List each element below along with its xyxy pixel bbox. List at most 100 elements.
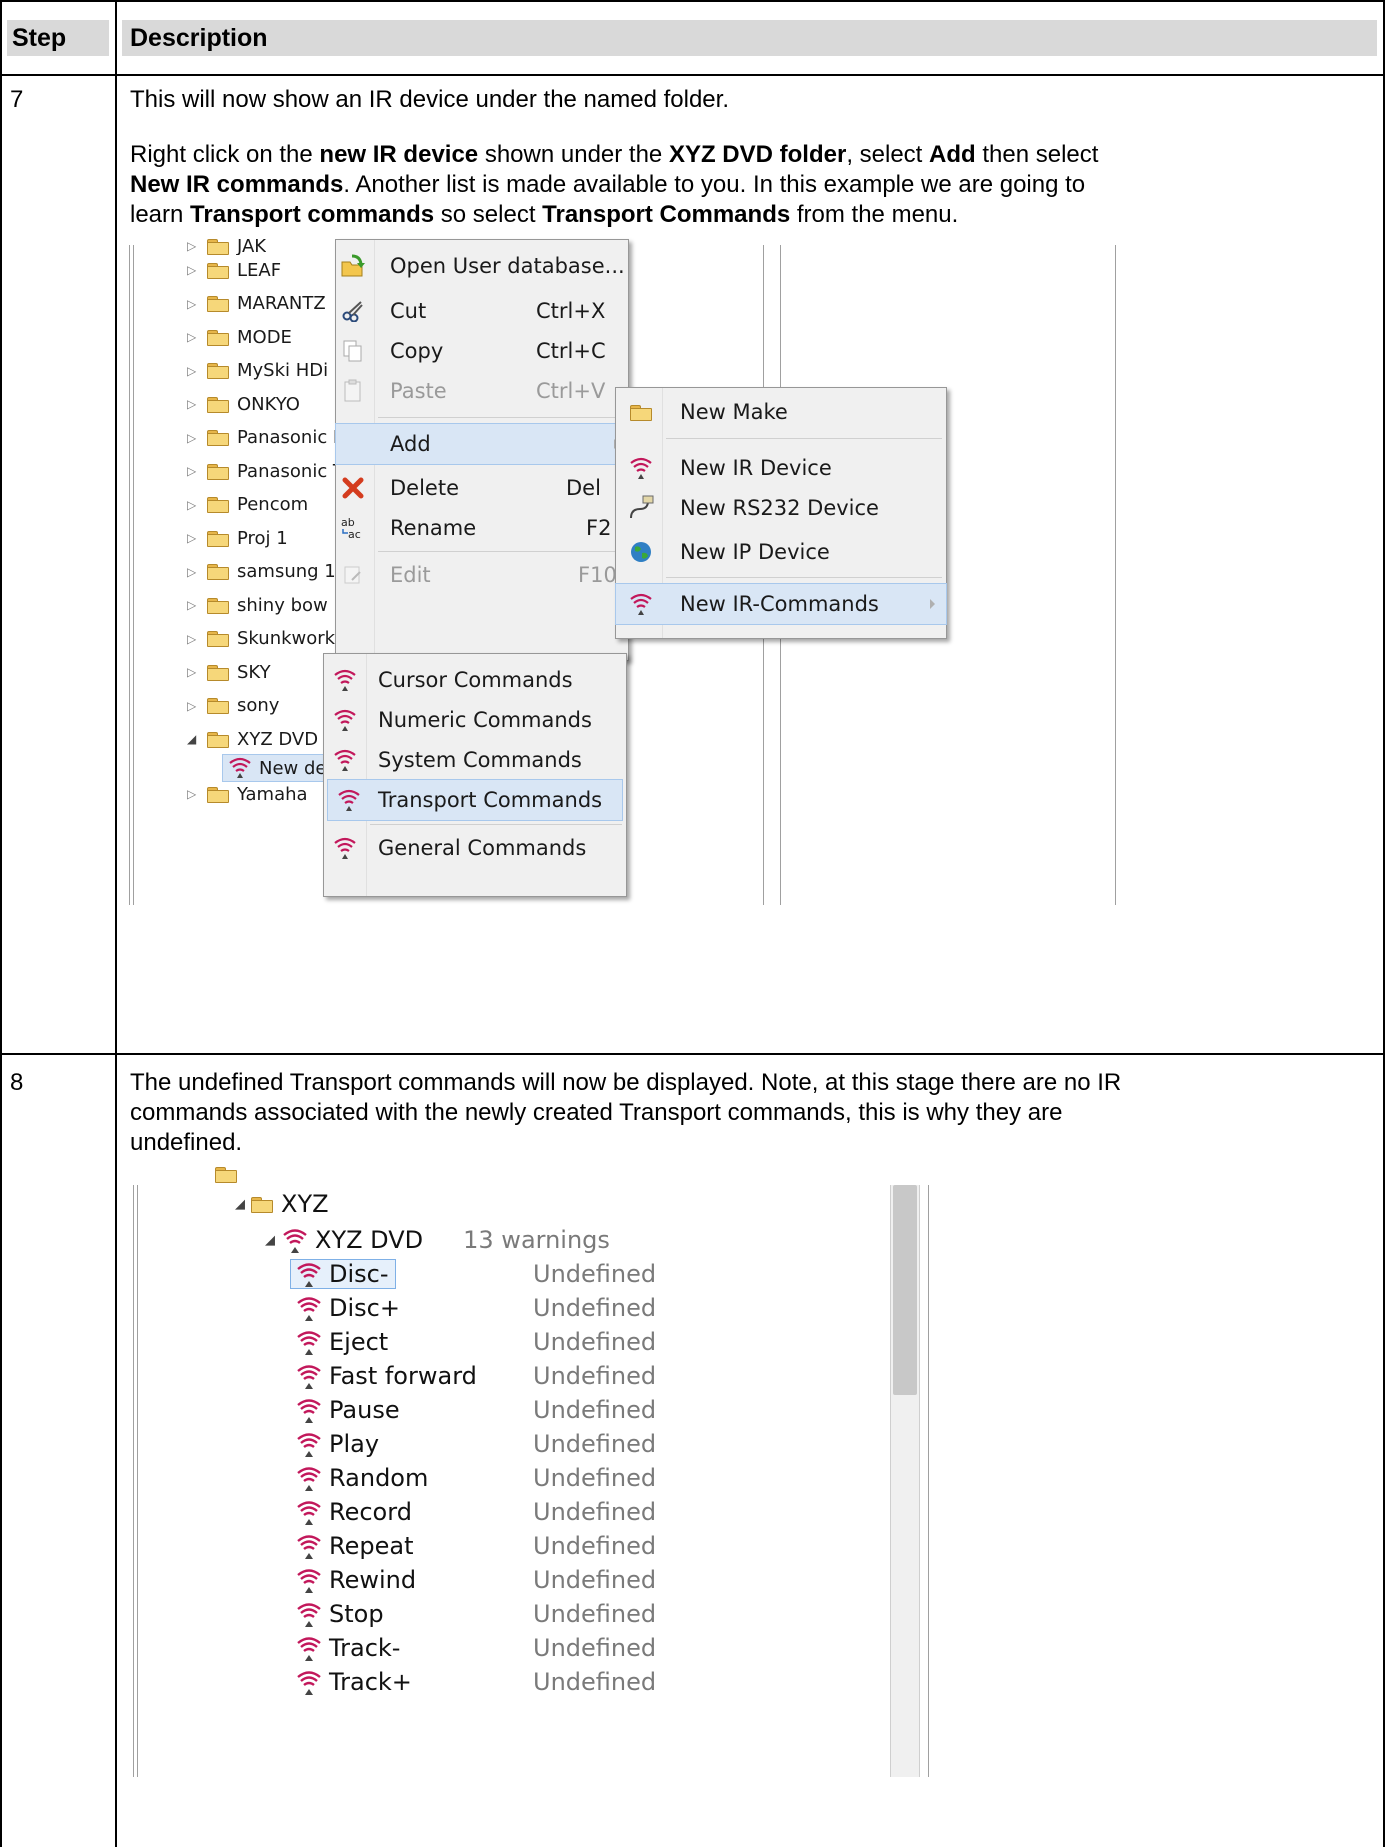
- tree-folder-item[interactable]: ▷ SKY: [187, 659, 271, 685]
- collapsed-triangle-icon[interactable]: ▷: [187, 598, 199, 612]
- collapsed-triangle-icon[interactable]: ▷: [187, 297, 199, 311]
- menu-item-delete[interactable]: Delete Del: [336, 468, 628, 508]
- table-border-top: [0, 0, 1385, 2]
- menu-item-copy[interactable]: Copy Ctrl+C: [336, 331, 628, 371]
- menu-item-new-ip-device[interactable]: New IP Device: [616, 532, 946, 572]
- menu-item-cursor-commands[interactable]: Cursor Commands: [324, 660, 626, 700]
- folder-icon: [207, 463, 229, 480]
- menu-item-system-commands[interactable]: System Commands: [324, 740, 626, 780]
- delete-x-icon: [336, 477, 370, 499]
- command-row[interactable]: Disc+: [291, 1291, 400, 1325]
- command-row[interactable]: Track+: [291, 1665, 412, 1699]
- tree-folder-item[interactable]: ▷ Proj 1: [187, 525, 288, 551]
- header-step: Step: [12, 24, 67, 52]
- menu-item-new-ir-device[interactable]: New IR Device: [616, 448, 946, 488]
- tree-folder-item[interactable]: ◢ XYZ DVD: [187, 726, 318, 752]
- menu-item-new-ir-commands[interactable]: New IR-Commands: [615, 583, 947, 625]
- command-row[interactable]: Disc-: [290, 1257, 396, 1291]
- pane-border-left: [133, 1185, 134, 1777]
- collapsed-triangle-icon[interactable]: ▷: [187, 464, 199, 478]
- tree-folder-xyz[interactable]: ◢ XYZ: [235, 1187, 329, 1221]
- command-row[interactable]: Fast forward: [291, 1359, 477, 1393]
- tree-folder-label: Skunkworks: [237, 628, 345, 649]
- step8-line3: undefined.: [130, 1129, 243, 1156]
- expanded-triangle-icon[interactable]: ◢: [187, 732, 199, 746]
- collapsed-triangle-icon[interactable]: ▷: [187, 565, 199, 579]
- command-row[interactable]: Stop: [291, 1597, 384, 1631]
- ir-device-icon: [283, 1229, 307, 1253]
- folder-icon: [207, 363, 229, 379]
- tree-folder-label: MARANTZ: [237, 293, 326, 314]
- command-row[interactable]: Eject: [291, 1325, 388, 1359]
- tree-folder-label: XYZ DVD: [237, 728, 319, 750]
- tree-folder-item[interactable]: ▷ MODE: [187, 324, 292, 350]
- tree-folder-item[interactable]: ▷ Skunkworks: [187, 626, 344, 652]
- step8-line2: commands associated with the newly creat…: [130, 1099, 1063, 1126]
- folder-icon: [207, 564, 229, 580]
- scrollbar-track[interactable]: [890, 1185, 920, 1777]
- tree-folder-item[interactable]: ▷ shiny bow: [187, 592, 328, 618]
- menu-item-general-commands[interactable]: General Commands: [324, 828, 626, 868]
- tree-folder-item[interactable]: ▷ LEAF: [187, 257, 281, 283]
- expand-triangle-icon: ◢: [235, 1196, 245, 1212]
- menu-item-rename[interactable]: ab ac Rename F2: [336, 508, 628, 548]
- menu-separator: [378, 551, 624, 552]
- collapsed-triangle-icon[interactable]: ▷: [187, 632, 199, 646]
- collapsed-triangle-icon[interactable]: ▷: [187, 263, 199, 277]
- tree-folder-item[interactable]: ▷ MySki HDi: [187, 358, 328, 384]
- menu-item-numeric-commands[interactable]: Numeric Commands: [324, 700, 626, 740]
- menu-item-paste[interactable]: Paste Ctrl+V: [336, 371, 628, 411]
- edit-icon: [336, 564, 370, 586]
- tree-folder-item[interactable]: ▷ ONKYO: [187, 391, 300, 417]
- ir-command-icon: [297, 1467, 321, 1491]
- collapsed-triangle-icon[interactable]: ▷: [187, 364, 199, 378]
- folder-icon: [207, 396, 229, 413]
- collapsed-triangle-icon[interactable]: ▷: [187, 330, 199, 344]
- collapsed-triangle-icon[interactable]: ▷: [187, 397, 199, 411]
- command-status: Undefined: [533, 1294, 657, 1322]
- add-submenu: New Make New IR Device New RS232 Device …: [615, 387, 947, 639]
- tree-item-partial[interactable]: ▷ JAK: [187, 237, 266, 255]
- collapsed-triangle-icon[interactable]: ▷: [187, 699, 199, 713]
- collapsed-triangle-icon[interactable]: ▷: [187, 531, 199, 545]
- scrollbar-thumb[interactable]: [893, 1185, 917, 1395]
- tree-item-partial-new-make[interactable]: [215, 1165, 237, 1183]
- ir-command-icon: [297, 1637, 321, 1661]
- tree-folder-item[interactable]: ▷ sony: [187, 693, 279, 719]
- ir-command-icon: [297, 1365, 321, 1389]
- menu-item-cut[interactable]: Cut Ctrl+X: [336, 291, 628, 331]
- menu-item-add[interactable]: Add: [335, 423, 629, 465]
- menu-item-open-user-database[interactable]: Open User database...: [336, 246, 628, 286]
- command-row[interactable]: Track-: [291, 1631, 400, 1665]
- expand-triangle-icon: ◢: [265, 1232, 275, 1248]
- collapsed-triangle-icon[interactable]: ▷: [187, 431, 199, 445]
- header-description-cell: [122, 20, 1377, 56]
- warnings-count: 13 warnings: [463, 1226, 610, 1254]
- collapsed-triangle-icon[interactable]: ▷: [187, 498, 199, 512]
- command-row[interactable]: Random: [291, 1461, 428, 1495]
- command-row[interactable]: Pause: [291, 1393, 400, 1427]
- tree-folder-item[interactable]: ▷ MARANTZ: [187, 291, 326, 317]
- ir-device-icon: [616, 456, 666, 480]
- command-row[interactable]: Record: [291, 1495, 412, 1529]
- folder-icon: [215, 1166, 237, 1183]
- command-row[interactable]: Repeat: [291, 1529, 413, 1563]
- ir-command-icon: [297, 1399, 321, 1423]
- pane-border-right: [928, 1185, 929, 1777]
- ir-command-icon: [297, 1297, 321, 1321]
- menu-item-new-make[interactable]: New Make: [616, 392, 946, 432]
- tree-folder-label: MODE: [237, 326, 292, 348]
- collapsed-triangle-icon[interactable]: ▷: [187, 665, 199, 679]
- tree-device-xyz-dvd[interactable]: ◢ XYZ DVD 13 warnings: [265, 1223, 610, 1257]
- command-status: Undefined: [533, 1566, 657, 1594]
- command-row[interactable]: Play: [291, 1427, 379, 1461]
- menu-item-transport-commands[interactable]: Transport Commands: [327, 779, 623, 821]
- command-row[interactable]: Rewind: [291, 1563, 416, 1597]
- tree-item-yamaha[interactable]: ▷ Yamaha: [187, 781, 308, 807]
- tree-folder-item[interactable]: ▷ Panasonic TV: [187, 458, 356, 484]
- menu-item-new-rs232-device[interactable]: New RS232 Device: [616, 488, 946, 528]
- menu-item-edit[interactable]: Edit F10: [336, 555, 628, 595]
- command-name: Random: [329, 1464, 429, 1492]
- tree-folder-item[interactable]: ▷ Pencom: [187, 492, 308, 518]
- tree-folder-item[interactable]: ▷ samsung 1: [187, 559, 336, 585]
